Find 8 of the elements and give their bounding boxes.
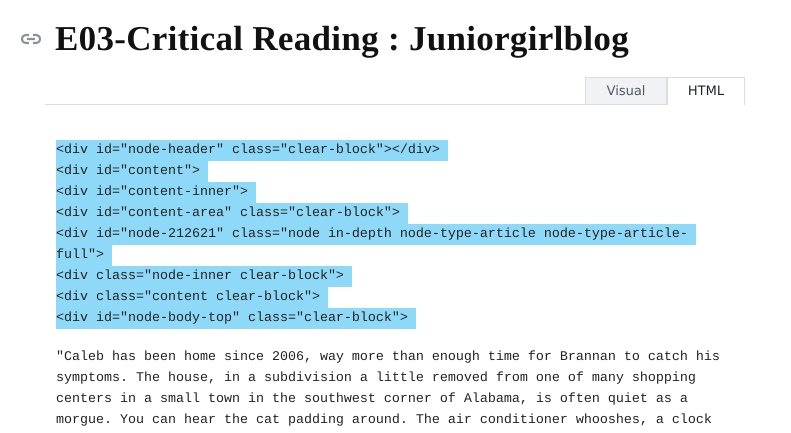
text-line: symptoms. The house, in a subdivision a little removed from one of many shopping [56, 370, 697, 388]
editor-tab[interactable]: HTML [667, 77, 745, 105]
link-icon[interactable] [21, 33, 41, 45]
text-line: morgue. You can hear the cat padding around. The air conditioner whooshes, a clock [56, 412, 713, 430]
editor-tab[interactable]: Visual [585, 77, 667, 104]
post-title: E03-Critical Reading : Juniorgirlblog [55, 19, 630, 59]
text-line: centers in a small town in the southwest corner of Alabama, is often quiet as a [56, 391, 689, 409]
text-line: "Caleb has been home since 2006, way more than enough time for Brannan to catch his [56, 349, 721, 367]
